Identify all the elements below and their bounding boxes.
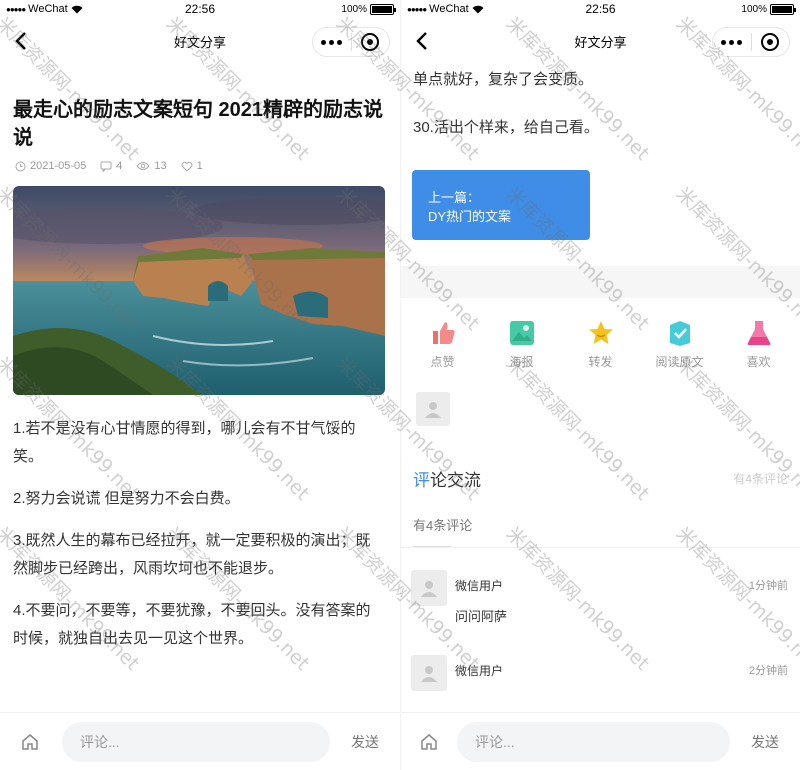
comment-input[interactable] — [457, 721, 730, 762]
comment-bar: 发送 — [401, 712, 800, 770]
share-action[interactable]: 转发 — [566, 318, 636, 370]
article-body: 1.若不是没有心甘情愿的得到，哪儿会有不甘气馁的笑。 2.努力会说谎 但是努力不… — [13, 415, 384, 653]
view-count: 13 — [154, 160, 167, 172]
comment-icon — [100, 161, 112, 172]
navigation-bar: 好文分享 — [401, 18, 800, 64]
article-paragraph: 2.努力会说谎 但是努力不会白费。 — [13, 490, 240, 507]
eye-icon — [136, 162, 151, 170]
back-chevron-icon[interactable] — [407, 26, 437, 56]
article-meta: 2021-05-05 4 13 1 — [15, 160, 400, 172]
heart-icon — [181, 161, 193, 172]
carrier-name: WeChat — [28, 3, 68, 15]
miniprogram-capsule — [312, 27, 390, 57]
send-button[interactable]: 发送 — [330, 732, 400, 752]
comment-user: 微信用户 — [455, 578, 504, 593]
comment-time: 1分钟前 — [748, 580, 788, 592]
back-chevron-icon[interactable] — [6, 26, 36, 56]
article-paragraph: 30.活出个样来，给自己看。 — [413, 119, 599, 136]
comments-header: 评论交流 有4条评论 — [413, 466, 788, 491]
signal-dots-icon: ●●●●● — [407, 4, 427, 14]
comments-count: 有4条评论 — [733, 472, 788, 486]
publish-date: 2021-05-05 — [30, 160, 87, 172]
star-share-icon — [586, 318, 616, 348]
previous-article-card[interactable]: 上一篇： DY热门的文案 — [412, 170, 590, 240]
flask-like-icon — [744, 318, 774, 348]
read-original-action[interactable]: 阅读原文 — [645, 318, 715, 370]
close-miniprogram-icon[interactable] — [752, 28, 790, 56]
poster-action[interactable]: 海报 — [487, 318, 557, 370]
article-paragraph: 单点就好，复杂了会变质。 — [413, 71, 594, 88]
battery-percent: 100% — [741, 3, 767, 15]
article-bottom-screen: ●●●●● WeChat 22:56 100% 好文分享 单点就好，复杂了会变质… — [400, 0, 800, 770]
clock-icon — [15, 161, 26, 171]
previous-label: 上一篇： — [428, 190, 481, 205]
send-button[interactable]: 发送 — [730, 732, 800, 752]
article-paragraph: 4.不要问，不要等，不要犹豫，不要回头。没有答案的时候，就独自出去见一见这个世界… — [13, 602, 371, 647]
battery-percent: 100% — [341, 3, 367, 15]
navigation-bar: 好文分享 — [0, 18, 400, 64]
avatar — [411, 655, 447, 691]
comment-item: 微信用户 1分钟前 问问阿萨 — [411, 570, 788, 625]
action-row: 点赞 海报 转发 阅读原文 喜欢 — [401, 318, 800, 370]
cover-image — [13, 186, 385, 395]
article-paragraph: 3.既然人生的幕布已经拉开，就一定要积极的演出；既然脚步已经跨出，风雨坎坷也不能… — [13, 532, 371, 577]
liker-avatar[interactable] — [416, 392, 450, 426]
article-screen: ●●●●● WeChat 22:56 100% 好文分享 最走心的励志文案短句 … — [0, 0, 400, 770]
wifi-icon — [472, 5, 484, 13]
home-icon[interactable] — [409, 733, 449, 751]
poster-image-icon — [507, 318, 537, 348]
more-dots-icon[interactable] — [713, 28, 751, 56]
section-divider — [401, 266, 800, 298]
article-title: 最走心的励志文案短句 2021精辟的励志说说 — [13, 99, 384, 149]
status-bar: ●●●●● WeChat 22:56 100% — [401, 0, 800, 18]
status-bar: ●●●●● WeChat 22:56 100% — [0, 0, 400, 18]
comment-user: 微信用户 — [455, 663, 504, 678]
thumbs-up-icon — [428, 318, 458, 348]
comment-count: 4 — [116, 160, 123, 172]
avatar — [411, 570, 447, 606]
miniprogram-capsule — [712, 27, 790, 57]
comment-input[interactable] — [62, 721, 330, 762]
comment-time: 2分钟前 — [748, 665, 788, 677]
read-original-icon — [665, 318, 695, 348]
more-dots-icon[interactable] — [313, 28, 351, 56]
comment-item: 微信用户 2分钟前 — [411, 655, 788, 691]
carrier-name: WeChat — [429, 3, 469, 15]
like-action[interactable]: 点赞 — [408, 318, 478, 370]
comments-title: 评论交流 — [413, 471, 481, 490]
battery-icon — [770, 3, 796, 15]
comment-text: 问问阿萨 — [455, 609, 508, 624]
like-count: 1 — [196, 160, 203, 172]
home-icon[interactable] — [10, 733, 50, 751]
battery-icon — [370, 3, 396, 15]
signal-dots-icon: ●●●●● — [6, 4, 26, 14]
article-paragraph: 1.若不是没有心甘情愿的得到，哪儿会有不甘气馁的笑。 — [13, 420, 356, 465]
wifi-icon — [71, 5, 83, 13]
favorite-action[interactable]: 喜欢 — [724, 318, 794, 370]
close-miniprogram-icon[interactable] — [352, 28, 390, 56]
previous-title: DY热门的文案 — [428, 209, 512, 224]
tab-all-comments[interactable]: 有4条评论 — [413, 515, 472, 548]
comment-bar: 发送 — [0, 712, 400, 770]
